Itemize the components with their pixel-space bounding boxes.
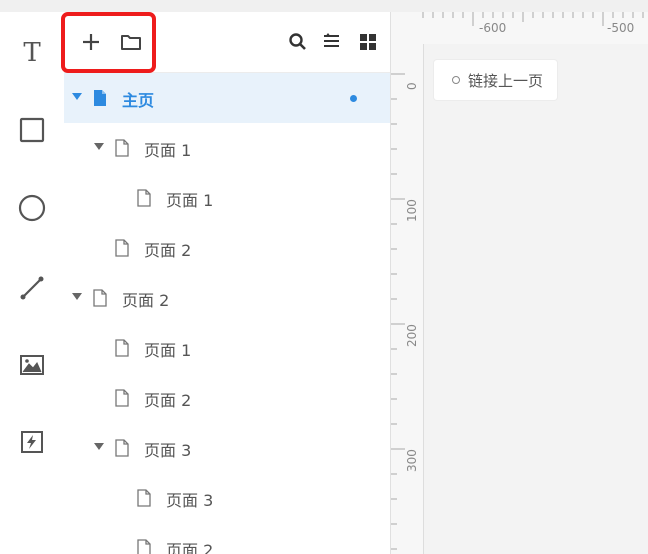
tree-item[interactable]: 页面 2 [64,373,390,423]
tree-item[interactable]: 页面 2 [64,523,390,554]
hotspot-tool-button[interactable] [12,422,52,462]
image-tool-button[interactable] [12,345,52,385]
ruler-label: -500 [607,21,635,35]
expand-arrow-icon[interactable] [72,93,82,100]
tree-item[interactable]: 页面 3 [64,473,390,523]
tree-item-label: 页面 2 [144,391,192,410]
page-icon [115,239,129,257]
circle-icon [18,194,46,222]
add-page-button[interactable] [78,29,104,55]
expand-arrow-icon[interactable] [72,293,82,300]
page-icon [137,489,151,507]
rectangle-tool-button[interactable] [12,110,52,150]
vertical-ruler: 0 100 200 300 [391,44,424,554]
ruler-ticks [391,73,405,550]
current-page-dot [350,95,357,102]
line-icon [20,276,44,300]
tree-item-home[interactable]: 主页 [64,73,390,123]
page-icon [115,389,129,407]
tree-item-label: 页面 1 [144,141,192,160]
expand-arrow-icon[interactable] [94,443,104,450]
link-chip-label: 链接上一页 [468,71,544,90]
expand-arrow-icon[interactable] [94,143,104,150]
text-tool-button[interactable]: T [12,32,52,72]
line-tool-button[interactable] [12,268,52,308]
tree-item-label: 页面 2 [144,241,192,260]
link-dot-icon [452,76,460,84]
ruler-label: 300 [405,449,419,472]
svg-text:T: T [23,38,41,66]
sort-icon [324,33,339,47]
tree-item[interactable]: 页面 2 [64,273,390,323]
ruler-label: 200 [405,324,419,347]
tree-item-label: 页面 2 [122,291,170,310]
page-icon [94,90,106,106]
tree-item-label: 页面 3 [144,441,192,460]
folder-icon [121,35,141,50]
page-panel: 主页 页面 1 页面 1 页面 2 页面 2 页面 1 页面 2 页面 3 页面… [61,12,391,554]
page-icon [115,339,129,357]
square-icon [19,117,45,143]
ruler-label: -600 [479,21,507,35]
tree-item-label: 主页 [122,91,155,110]
page-icon [93,289,107,307]
page-icon [137,539,151,554]
tree-item-label: 页面 1 [144,341,192,360]
circle-tool-button[interactable] [12,188,52,228]
page-icon [115,439,129,457]
sort-button[interactable] [318,29,344,55]
horizontal-ruler: -600 -500 [391,12,648,44]
link-previous-page-element[interactable]: 链接上一页 [434,60,558,100]
tree-item-label: 页面 2 [166,541,214,554]
plus-icon [83,34,99,50]
image-icon [20,355,44,375]
design-canvas[interactable]: -600 -500 0 100 200 300 链接上一页 [391,12,648,554]
search-button[interactable] [285,29,311,55]
tree-item[interactable]: 页面 1 [64,123,390,173]
lightning-icon [21,431,43,453]
page-icon [115,139,129,157]
text-T-icon: T [23,38,41,66]
tree-item[interactable]: 页面 1 [64,323,390,373]
grid-view-button[interactable] [355,29,381,55]
search-icon [289,33,306,50]
top-strip [0,0,648,12]
tree-item-label: 页面 3 [166,491,214,510]
tree-item[interactable]: 页面 2 [64,223,390,273]
panel-header [61,12,390,73]
tree-item-label: 页面 1 [166,191,214,210]
tool-sidebar: T [0,12,65,554]
page-icon [137,189,151,207]
add-folder-button[interactable] [118,29,144,55]
tree-item[interactable]: 页面 3 [64,423,390,473]
tree-item[interactable]: 页面 1 [64,173,390,223]
ruler-label: 0 [405,82,419,90]
grid-icon [360,34,376,50]
ruler-label: 100 [405,199,419,222]
